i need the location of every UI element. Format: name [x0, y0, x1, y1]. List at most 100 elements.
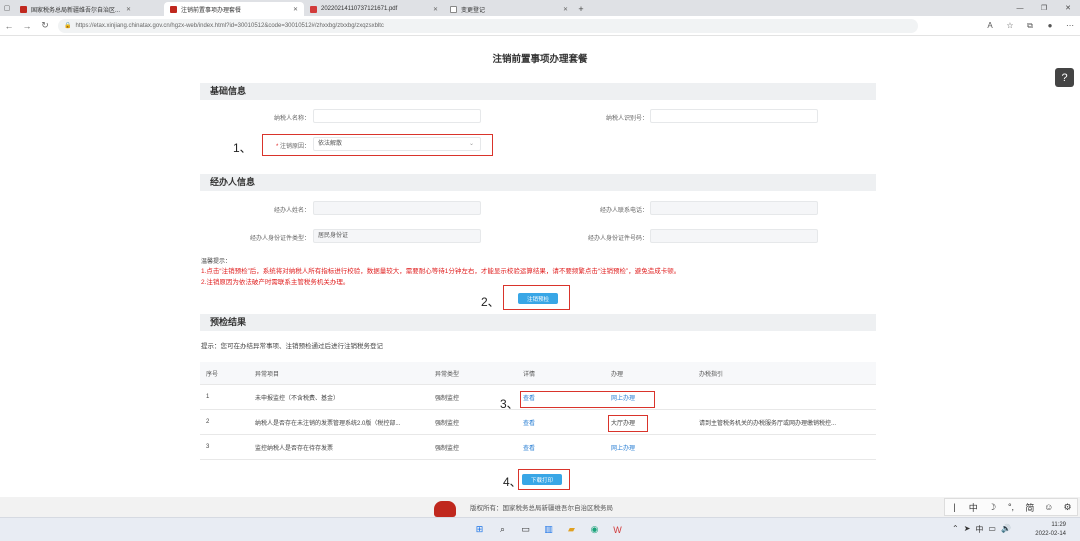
- row-number: 2: [206, 419, 210, 425]
- ime-emoji-icon[interactable]: ☺: [1039, 502, 1058, 512]
- window-controls: — ❐ ✕: [1008, 0, 1080, 16]
- section-precheck-results: 预检结果: [200, 314, 876, 331]
- browser-tab-strip: ▢ 国家税务总局新疆维吾尔自治区... ✕ 注销前置事项办理套餐 ✕ 20220…: [0, 0, 1080, 16]
- section-agent-info: 经办人信息: [200, 174, 876, 191]
- task-view-icon[interactable]: ▭: [518, 522, 533, 537]
- ime-mode-chinese[interactable]: 中: [964, 501, 983, 514]
- abnormal-item: 监控纳税人是否存在待存发票: [255, 445, 334, 452]
- pdf-favicon-icon: [310, 5, 317, 13]
- tax-emblem-icon: [434, 501, 456, 517]
- restore-icon[interactable]: ❐: [1032, 0, 1056, 16]
- file-explorer-icon[interactable]: ▰: [564, 522, 579, 537]
- close-tab-icon[interactable]: ✕: [563, 6, 568, 13]
- profile-icon[interactable]: ●: [1040, 21, 1060, 31]
- column-header: 异常项目: [255, 371, 280, 378]
- close-window-icon[interactable]: ✕: [1056, 0, 1080, 16]
- favorite-star-icon[interactable]: ☆: [1000, 21, 1020, 31]
- clock-time: 11:29: [1051, 522, 1066, 528]
- taskbar-apps: ⊞ ⌕ ▭ ▥ ▰ ◉ W: [472, 522, 625, 537]
- agent-name-label: 经办人姓名：: [273, 208, 310, 214]
- tab-actions-icon[interactable]: ▢: [0, 0, 14, 16]
- windows-taskbar: ⊞ ⌕ ▭ ▥ ▰ ◉ W ⌃ ➤ 中 ▭ 🔊 11:29 2022-02-14: [0, 517, 1080, 541]
- new-tab-icon[interactable]: +: [574, 2, 588, 16]
- agent-phone-field[interactable]: [650, 201, 818, 215]
- ime-halfwidth-icon[interactable]: ☽: [983, 502, 1002, 513]
- footer-copyright: 版权所有：国家税务总局新疆维吾尔自治区税务局: [470, 505, 613, 512]
- tab-label: 注销前置事项办理套餐: [181, 7, 242, 14]
- taxpayer-name-label: 纳税人名称：: [273, 116, 310, 122]
- guide-text: 请到主管税务机关的办税服务厅或网办理缴销税控...: [699, 420, 837, 427]
- agent-phone-label: 经办人联系电话：: [599, 208, 648, 214]
- back-icon[interactable]: ←: [0, 21, 18, 31]
- browser-tab-4[interactable]: 变更登记 ✕: [444, 2, 574, 16]
- tips-title: 温馨提示：: [201, 259, 232, 265]
- tab-label: 20220214110737121671.pdf: [321, 6, 398, 12]
- tray-language[interactable]: 中: [975, 524, 983, 535]
- ime-drag-handle-icon[interactable]: |: [945, 502, 964, 512]
- abnormal-type: 强制监控: [435, 445, 460, 452]
- minimize-icon[interactable]: —: [1008, 0, 1032, 16]
- page-content: 注销前置事项办理套餐 基础信息 纳税人名称： 纳税人识别号： * 注销原因： 依…: [0, 37, 1080, 517]
- column-header: 详情: [523, 371, 536, 378]
- volume-icon[interactable]: 🔊: [1001, 524, 1011, 535]
- page-title: 注销前置事项办理套餐: [492, 54, 588, 65]
- widgets-icon[interactable]: ▥: [541, 522, 556, 537]
- search-icon[interactable]: ⌕: [495, 522, 510, 537]
- edge-browser-icon[interactable]: ◉: [587, 522, 602, 537]
- tips-line-1: 1.点击“注销预检”后，系统将对纳税人所有指标进行校验，数据量较大，需要耐心等待…: [201, 268, 681, 275]
- system-tray: ⌃ ➤ 中 ▭ 🔊: [952, 524, 1011, 535]
- tax-favicon-icon: [20, 5, 27, 13]
- lock-icon: 🔒: [64, 23, 72, 29]
- more-menu-icon[interactable]: ⋯: [1060, 21, 1080, 31]
- close-tab-icon[interactable]: ✕: [126, 6, 131, 13]
- taxpayer-id-label: 纳税人识别号：: [605, 116, 648, 122]
- agent-name-field[interactable]: [313, 201, 481, 215]
- browser-tab-1[interactable]: 国家税务总局新疆维吾尔自治区... ✕: [14, 2, 164, 16]
- browser-tab-2[interactable]: 注销前置事项办理套餐 ✕: [164, 2, 304, 16]
- start-menu-icon[interactable]: ⊞: [472, 522, 487, 537]
- agent-id-type-value: 居民身份证: [318, 233, 349, 239]
- close-tab-icon[interactable]: ✕: [293, 6, 298, 13]
- collections-icon[interactable]: ⧉: [1020, 21, 1040, 31]
- annotation-box-3: [520, 391, 655, 408]
- table-row: 3 监控纳税人是否存在待存发票 强制监控 查看 网上办理: [200, 435, 876, 460]
- network-icon[interactable]: ▭: [988, 524, 996, 535]
- tray-send-icon[interactable]: ➤: [964, 524, 971, 535]
- url-field[interactable]: 🔒 https://etax.xinjiang.chinatax.gov.cn/…: [58, 18, 918, 33]
- view-detail-link[interactable]: 查看: [523, 443, 611, 452]
- ime-settings-icon[interactable]: ⚙: [1058, 502, 1077, 513]
- abnormal-item: 未申报监控（不含税费、基金）: [255, 395, 340, 402]
- taxpayer-name-field: [313, 109, 481, 123]
- annotation-label-4: 4、: [503, 475, 522, 489]
- row-number: 1: [206, 394, 210, 400]
- agent-id-type-select[interactable]: 居民身份证: [313, 229, 481, 243]
- read-aloud-icon[interactable]: A: [980, 21, 1000, 31]
- ime-punctuation-icon[interactable]: °,: [1002, 502, 1021, 512]
- taskbar-clock[interactable]: 11:29 2022-02-14: [1035, 521, 1066, 539]
- clock-date: 2022-02-14: [1035, 531, 1066, 537]
- results-table: 序号 异常项目 异常类型 详情 办理 办税指引 1 未申报监控（不含税费、基金）…: [200, 362, 876, 460]
- ime-simplified[interactable]: 简: [1020, 501, 1039, 514]
- table-header-row: 序号 异常项目 异常类型 详情 办理 办税指引: [200, 362, 876, 385]
- annotation-label-2: 2、: [481, 295, 500, 309]
- annotation-box-2: [503, 285, 570, 310]
- abnormal-type: 强制监控: [435, 420, 460, 427]
- section-basic-info: 基础信息: [200, 83, 876, 100]
- column-header: 办税指引: [699, 371, 724, 378]
- view-detail-link[interactable]: 查看: [523, 418, 611, 427]
- wps-office-icon[interactable]: W: [610, 522, 625, 537]
- row-number: 3: [206, 444, 210, 450]
- tax-favicon-icon: [170, 5, 177, 13]
- close-tab-icon[interactable]: ✕: [433, 6, 438, 13]
- handle-link[interactable]: 网上办理: [611, 443, 699, 452]
- column-header: 异常类型: [435, 371, 460, 378]
- help-icon[interactable]: ?: [1055, 68, 1074, 87]
- tray-expand-icon[interactable]: ⌃: [952, 524, 959, 535]
- column-header: 序号: [206, 371, 219, 378]
- forward-icon[interactable]: →: [18, 21, 36, 31]
- annotation-box-4: [518, 469, 570, 490]
- browser-tab-3[interactable]: 20220214110737121671.pdf ✕: [304, 2, 444, 16]
- url-text: https://etax.xinjiang.chinatax.gov.cn/hg…: [75, 22, 384, 29]
- refresh-icon[interactable]: ↻: [36, 20, 54, 31]
- agent-id-number-field[interactable]: [650, 229, 818, 243]
